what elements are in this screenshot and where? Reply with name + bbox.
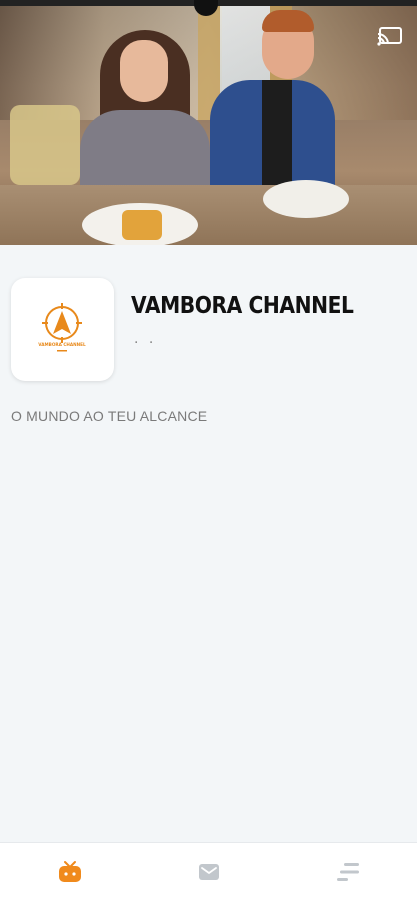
video-player[interactable] (0, 0, 417, 245)
channel-tagline: O MUNDO AO TEU ALCANCE (11, 408, 208, 424)
video-person-2-shirt (262, 80, 292, 190)
svg-text:VAMBORA CHANNEL: VAMBORA CHANNEL (38, 342, 86, 347)
video-dessert (122, 210, 162, 240)
channel-logo-image: VAMBORA CHANNEL (38, 303, 86, 352)
channel-subtitle: . . (134, 330, 157, 347)
video-person-face (120, 40, 168, 102)
bottom-navigation (0, 842, 417, 901)
channel-title: VAMBORA CHANNEL (131, 293, 354, 319)
video-table (0, 185, 417, 245)
video-chair (10, 105, 80, 185)
nav-messages-tab[interactable] (139, 843, 278, 901)
video-plate-2 (263, 180, 349, 218)
tv-icon (58, 861, 81, 882)
cast-icon[interactable] (377, 26, 403, 46)
channel-logo[interactable]: VAMBORA CHANNEL (11, 278, 114, 381)
message-icon (198, 864, 219, 880)
menu-icon (336, 863, 359, 881)
nav-tv-tab[interactable] (0, 843, 139, 901)
nav-menu-tab[interactable] (278, 843, 417, 901)
video-person-2-hair (262, 10, 314, 32)
